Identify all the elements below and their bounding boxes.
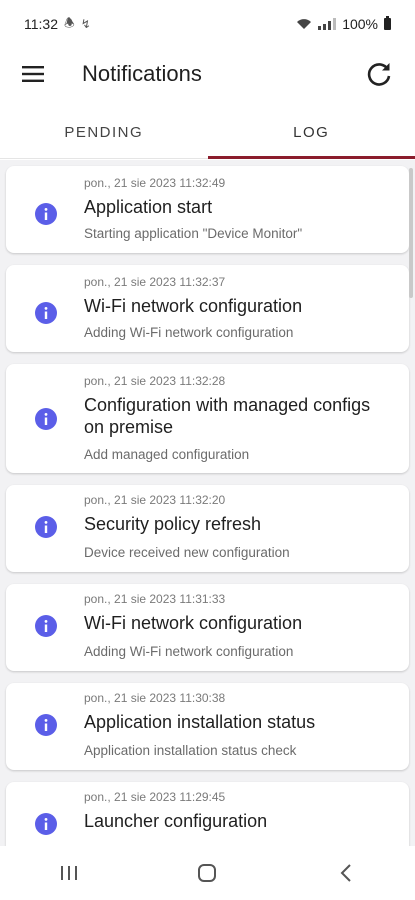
log-description: Adding Wi-Fi network configuration	[84, 325, 294, 340]
tab-pending[interactable]: PENDING	[0, 106, 208, 158]
recents-icon[interactable]	[39, 853, 99, 893]
log-description: Device received new configuration	[84, 545, 290, 560]
status-bar-right: 100%	[296, 16, 391, 32]
log-title: Wi-Fi network configuration	[84, 296, 303, 316]
log-title: Security policy refresh	[84, 514, 262, 534]
log-time: pon., 21 sie 2023 11:29:45	[84, 790, 226, 804]
log-description: Adding Wi-Fi network configuration	[84, 644, 294, 659]
hamburger-menu-icon[interactable]	[16, 57, 50, 91]
log-card[interactable]: pon., 21 sie 2023 11:32:49 Application s…	[6, 166, 409, 253]
page-title: Notifications	[82, 61, 202, 86]
battery-percent: 100%	[342, 16, 378, 32]
home-icon[interactable]	[177, 853, 237, 893]
refresh-icon[interactable]	[359, 54, 399, 94]
info-icon	[35, 813, 57, 835]
log-description: Application installation status check	[84, 743, 297, 758]
status-bar-left: 11:32 🕭 ↯	[24, 14, 91, 35]
info-icon	[35, 615, 57, 637]
back-icon[interactable]	[316, 853, 376, 893]
log-time: pon., 21 sie 2023 11:32:28	[84, 374, 226, 388]
log-time: pon., 21 sie 2023 11:32:20	[84, 493, 226, 507]
log-card[interactable]: pon., 21 sie 2023 11:32:37 Wi-Fi network…	[6, 265, 409, 352]
log-card[interactable]: pon., 21 sie 2023 11:31:33 Wi-Fi network…	[6, 584, 409, 671]
log-description: Starting application "Device Monitor"	[84, 226, 303, 241]
notification-icon: 🕭	[64, 15, 75, 30]
log-time: pon., 21 sie 2023 11:32:37	[84, 275, 226, 289]
log-card[interactable]: pon., 21 sie 2023 11:29:45 Launcher conf…	[6, 782, 409, 846]
scrollbar[interactable]	[409, 168, 413, 298]
system-nav-bar	[0, 846, 415, 900]
tab-log[interactable]: LOG	[207, 106, 415, 159]
log-list[interactable]: pon., 21 sie 2023 11:32:49 Application s…	[0, 160, 415, 846]
battery-icon	[384, 16, 391, 30]
status-time: 11:32	[24, 16, 58, 32]
status-bar: 11:32 🕭 ↯ 100%	[0, 0, 415, 48]
log-title: Configuration with managed configs on pr…	[84, 395, 371, 437]
app-bar: Notifications	[0, 48, 415, 100]
info-icon	[35, 516, 57, 538]
info-icon	[35, 203, 57, 225]
signal-icon	[318, 18, 337, 30]
log-title: Application installation status	[84, 712, 316, 732]
wifi-icon	[297, 19, 312, 29]
log-title: Application start	[84, 197, 213, 217]
log-card[interactable]: pon., 21 sie 2023 11:32:20 Security poli…	[6, 485, 409, 572]
info-icon	[35, 408, 57, 430]
log-description: Add managed configuration	[84, 447, 250, 462]
info-icon	[35, 714, 57, 736]
log-card[interactable]: pon., 21 sie 2023 11:30:38 Application i…	[6, 683, 409, 770]
info-icon	[35, 302, 57, 324]
app-icon: ↯	[80, 17, 91, 31]
log-time: pon., 21 sie 2023 11:30:38	[84, 691, 226, 705]
log-time: pon., 21 sie 2023 11:31:33	[84, 592, 226, 606]
tab-bar: PENDING LOG	[0, 106, 415, 159]
log-title: Wi-Fi network configuration	[84, 613, 303, 633]
log-title: Launcher configuration	[84, 811, 268, 831]
log-card[interactable]: pon., 21 sie 2023 11:32:28 Configuration…	[6, 364, 409, 473]
log-time: pon., 21 sie 2023 11:32:49	[84, 176, 226, 190]
